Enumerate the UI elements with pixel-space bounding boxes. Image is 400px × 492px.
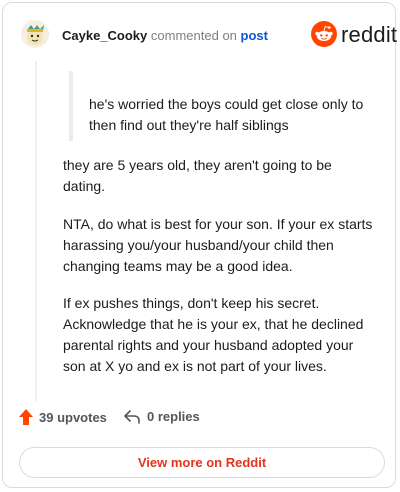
- reddit-snoo-icon: [311, 20, 337, 52]
- username-link[interactable]: Cayke_Cooky: [62, 28, 147, 43]
- comment-meta: Cayke_Cooky commented on post: [62, 28, 268, 43]
- view-more-button[interactable]: View more on Reddit: [19, 447, 385, 478]
- quoted-text: he's worried the boys could get close on…: [89, 96, 364, 133]
- reddit-wordmark: reddit: [341, 22, 398, 47]
- upvote-button[interactable]: 39 upvotes: [19, 409, 107, 425]
- comment-header: Cayke_Cooky commented on post reddit: [3, 3, 398, 69]
- reply-count: 0 replies: [147, 409, 200, 424]
- replies-button[interactable]: 0 replies: [124, 409, 200, 424]
- reddit-logo[interactable]: reddit: [311, 20, 398, 52]
- avatar[interactable]: [21, 20, 49, 48]
- thread-line[interactable]: [35, 61, 37, 401]
- upvote-arrow-icon: [19, 409, 33, 425]
- comment-paragraph-2: NTA, do what is best for your son. If yo…: [63, 216, 373, 274]
- post-link[interactable]: post: [241, 28, 268, 43]
- comment-embed-card: Cayke_Cooky commented on post reddit he'…: [2, 2, 398, 488]
- upvote-count: 39 upvotes: [39, 409, 107, 425]
- comment-paragraph-3: If ex pushes things, don't keep his secr…: [63, 295, 364, 374]
- action-text: commented on: [150, 28, 237, 43]
- comment-paragraph-1: they are 5 years old, they aren't going …: [63, 157, 332, 194]
- reply-arrow-icon: [124, 409, 140, 424]
